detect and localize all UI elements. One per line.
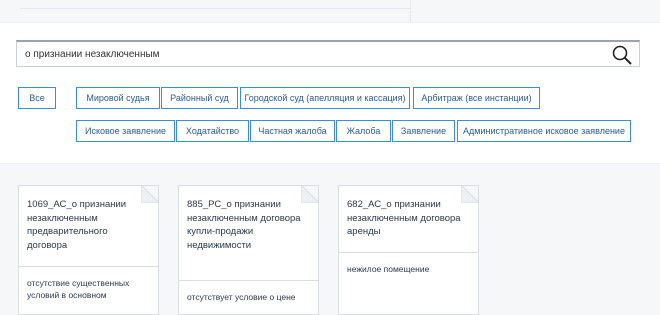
filter-private-complaint[interactable]: Частная жалоба [250, 120, 335, 142]
card-title[interactable]: 1069_АС_о признании незаключенным предва… [27, 198, 142, 252]
filter-claim[interactable]: Исковое заявление [76, 120, 175, 142]
document-card[interactable]: 885_РС_о признании незаключенным договор… [178, 185, 319, 315]
card-description: нежилое помещение [347, 264, 430, 274]
card-divider [339, 252, 478, 253]
filter-district-court[interactable]: Районный суд [161, 87, 238, 109]
filter-statement[interactable]: Заявление [392, 120, 455, 142]
document-card[interactable]: 682_АС_о признании незаключенным договор… [338, 185, 479, 315]
document-card[interactable]: 1069_АС_о признании незаключенным предва… [18, 185, 159, 315]
filter-motion[interactable]: Ходатайство [176, 120, 249, 142]
card-description: отсутствует условие о цене [187, 292, 296, 302]
filter-admin-claim[interactable]: Административное исковое заявление [457, 120, 631, 142]
filter-all[interactable]: Все [18, 87, 56, 109]
vertical-divider [410, 0, 411, 22]
card-divider [19, 266, 158, 267]
top-bar [0, 0, 660, 22]
results-list: 1069_АС_о признании незаключенным предва… [0, 175, 660, 315]
card-divider [179, 280, 318, 281]
search-input[interactable] [25, 45, 605, 63]
card-title[interactable]: 682_АС_о признании незаключенным договор… [347, 198, 462, 239]
card-title[interactable]: 885_РС_о признании незаключенным договор… [187, 198, 302, 252]
folded-corner-icon [141, 186, 158, 203]
filter-magistrate[interactable]: Мировой судья [76, 87, 160, 109]
folded-corner-icon [461, 186, 478, 203]
filter-arbitration[interactable]: Арбитраж (все инстанции) [413, 87, 540, 109]
filter-city-court[interactable]: Городской суд (апелляция и кассация) [240, 87, 410, 109]
search-box[interactable] [16, 40, 640, 67]
top-divider [20, 0, 410, 9]
card-description: отсутствие существенных условий в основн… [27, 278, 130, 300]
filter-complaint[interactable]: Жалоба [336, 120, 391, 142]
folded-corner-icon [301, 186, 318, 203]
search-icon[interactable] [611, 44, 633, 66]
